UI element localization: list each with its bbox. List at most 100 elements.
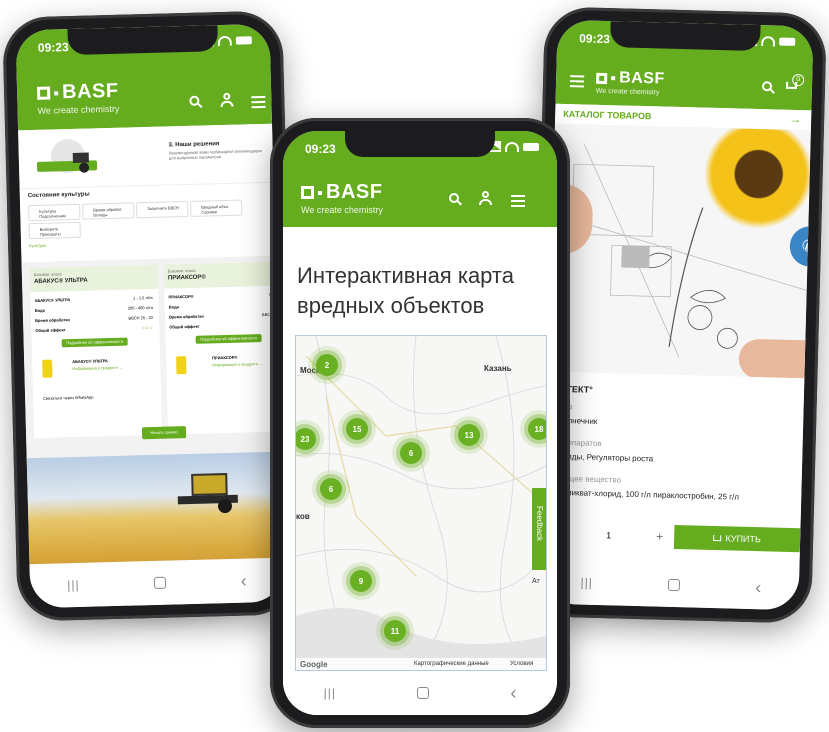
center-screen: 09:23 BASF We create chemistry Интеракти… xyxy=(283,131,557,715)
recent-apps-icon[interactable]: ||| xyxy=(67,578,80,592)
hero-text: Рекомендуемая вами гербицидная рекоменда… xyxy=(168,148,262,161)
recent-apps-icon[interactable]: ||| xyxy=(580,576,593,590)
map-cluster-marker[interactable]: 2 xyxy=(316,354,338,376)
left-screen: 09:23 BASF We create chemistry 3. Наши р… xyxy=(15,23,285,609)
home-icon[interactable] xyxy=(154,576,167,589)
card-row: АБАКУС® УЛЬТРА 1 - 1,5 л/га xyxy=(34,294,153,304)
basf-logo[interactable]: BASF We create chemistry xyxy=(36,80,120,116)
brand-tagline: We create chemistry xyxy=(37,103,120,116)
brand-tagline: We create chemistry xyxy=(595,87,660,97)
menu-icon[interactable] xyxy=(251,100,266,104)
cultures-link[interactable]: Культуры xyxy=(29,243,46,248)
city-label: Казань xyxy=(484,364,512,373)
quantity-stepper[interactable]: 1 + xyxy=(556,524,677,549)
whatsapp-link[interactable]: Связаться через WhatsApp xyxy=(43,395,93,401)
card-row: Время обработки ВВСН xyxy=(168,311,274,320)
product-bottle-icon xyxy=(42,359,53,378)
phone-icon: ✆ xyxy=(801,238,814,256)
product-info-link[interactable]: Информация о продукте → xyxy=(72,365,123,371)
map-footer: Google Картографические данные Условия xyxy=(296,658,546,670)
pest-map[interactable]: Москва Казань ков Ат 2 15 23 6 13 18 6 9… xyxy=(295,335,547,671)
wifi-icon xyxy=(217,35,232,46)
chip-time[interactable]: Время обработ. Всходы xyxy=(82,202,135,220)
user-icon[interactable] xyxy=(220,93,234,107)
right-screen: 09:23 BASF We create chemistry 0 КАТАЛОГ… xyxy=(542,19,814,611)
map-cluster-marker[interactable]: 15 xyxy=(346,418,368,440)
field-value: мепикват-хлорид, 100 г/л пираклостробин,… xyxy=(557,487,740,502)
map-cluster-marker[interactable]: 6 xyxy=(320,478,342,500)
map-cluster-marker[interactable]: 18 xyxy=(528,418,546,440)
chip-culture[interactable]: Культура Подсолнечник xyxy=(28,203,81,222)
state-section: Состояние культуры Культура Подсолнечник… xyxy=(19,181,276,264)
map-cluster-marker[interactable]: 6 xyxy=(400,442,422,464)
center-phone: 09:23 BASF We create chemistry Интеракти… xyxy=(270,118,570,728)
card-row: Вода xyxy=(168,304,179,310)
product-name[interactable]: АБАКУС® УЛЬТРА xyxy=(72,358,108,364)
page-title: Интерактивная карта вредных объектов xyxy=(297,263,514,318)
status-time: 09:23 xyxy=(579,31,611,47)
card-row: Время обработки ВВСН 25 - 32 xyxy=(35,314,154,324)
battery-icon xyxy=(779,37,796,46)
sunflower-sketch-image xyxy=(548,123,811,379)
notch xyxy=(609,21,761,52)
basf-logo[interactable]: BASF We create chemistry xyxy=(301,181,383,215)
city-label: ков xyxy=(296,512,310,521)
status-time: 09:23 xyxy=(305,142,336,156)
map-cluster-marker[interactable]: 23 xyxy=(296,428,316,450)
feedback-tab[interactable]: Feedback xyxy=(532,488,546,570)
home-icon[interactable] xyxy=(417,687,430,699)
map-cluster-marker[interactable]: 9 xyxy=(350,570,372,592)
hand xyxy=(738,338,810,379)
recent-apps-icon[interactable]: ||| xyxy=(324,686,336,700)
combine-harvester xyxy=(177,473,238,514)
status-time: 09:23 xyxy=(37,40,69,55)
field-value: ициды, Регуляторы роста xyxy=(558,451,654,464)
restart-button[interactable]: Начать заново xyxy=(141,426,187,440)
product-name[interactable]: ПРИАКСОР® xyxy=(212,355,237,361)
quantity-plus-button[interactable]: + xyxy=(656,530,663,544)
arrow-right-icon: → xyxy=(788,111,802,127)
efficiency-button[interactable]: Подробнее об эффективности xyxy=(195,334,262,344)
basf-logo[interactable]: BASF We create chemistry xyxy=(596,69,665,97)
card-row: ПРИАКСОР®0, xyxy=(168,292,272,300)
notch xyxy=(345,131,495,157)
cart-icon[interactable]: 0 xyxy=(784,73,805,92)
search-icon[interactable] xyxy=(761,81,773,92)
quantity-value[interactable]: 1 xyxy=(606,530,611,540)
battery-icon xyxy=(235,35,252,45)
map-cluster-marker[interactable]: 11 xyxy=(384,620,406,642)
menu-icon[interactable] xyxy=(570,80,585,83)
back-icon[interactable]: ‹ xyxy=(755,577,762,598)
product-bottle-icon xyxy=(176,356,187,375)
feedback-label: Feedback xyxy=(535,506,544,542)
back-icon[interactable]: ‹ xyxy=(510,683,516,704)
search-icon[interactable] xyxy=(189,95,200,106)
left-phone: 09:23 BASF We create chemistry 3. Наши р… xyxy=(2,10,298,622)
search-icon[interactable] xyxy=(449,193,459,203)
tractor-illustration xyxy=(36,138,98,176)
user-icon[interactable] xyxy=(479,191,493,205)
map-cluster-marker[interactable]: 13 xyxy=(458,424,480,446)
product-info-link[interactable]: Информация о продукте → xyxy=(212,361,263,367)
map-data-link[interactable]: Картографические данные xyxy=(414,661,489,667)
product-card: Базовое: класс АБАКУС® УЛЬТРА АБАКУС® УЛ… xyxy=(29,264,163,439)
google-logo: Google xyxy=(300,660,328,669)
chip-bbch[interactable]: Заполните ВВСН xyxy=(136,200,189,219)
brand-name: BASF xyxy=(326,181,383,203)
brand-name: BASF xyxy=(618,69,665,88)
hero-section: 3. Наши решения Рекомендуемая вами герби… xyxy=(18,123,274,189)
terms-link[interactable]: Условия xyxy=(510,661,533,667)
android-nav-bar: ||| ‹ xyxy=(283,671,557,715)
chip-product[interactable]: Выберите Препараты xyxy=(28,221,81,240)
battery-icon xyxy=(523,142,539,151)
back-icon[interactable]: ‹ xyxy=(240,570,247,591)
home-icon[interactable] xyxy=(667,578,681,592)
buy-button[interactable]: КУПИТЬ xyxy=(673,524,801,553)
buy-label: КУПИТЬ xyxy=(725,533,761,545)
menu-icon[interactable] xyxy=(511,200,525,202)
chip-pest[interactable]: Вредный объе. Сорняки xyxy=(190,199,243,217)
efficiency-button[interactable]: Подробнее об эффективности xyxy=(61,337,128,348)
card-title: ПРИАКСОР® xyxy=(167,274,206,282)
right-phone: 09:23 BASF We create chemistry 0 КАТАЛОГ… xyxy=(529,6,827,624)
card-label: Базовое: класс xyxy=(33,271,62,278)
